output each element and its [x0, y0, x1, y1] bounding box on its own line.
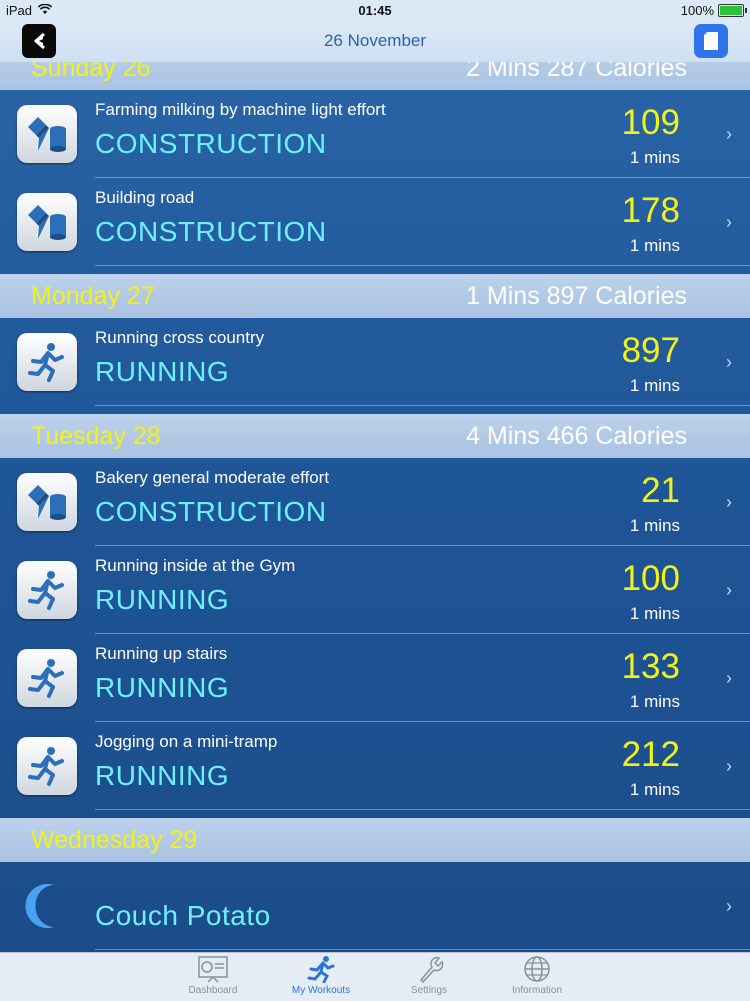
workout-category: CONSTRUCTION: [95, 216, 327, 247]
document-icon: [704, 32, 718, 50]
section-header: Wednesday 29: [0, 818, 750, 862]
workout-name: Farming milking by machine light effort: [95, 100, 386, 119]
section-summary: 1 Mins 897 Calories: [466, 282, 687, 310]
chevron-right-icon: ›: [726, 492, 732, 512]
tab-label-settings: Settings: [410, 985, 448, 996]
tab-label-my-workouts: My Workouts: [291, 985, 351, 996]
chevron-right-icon: ›: [726, 212, 732, 232]
nav-title: 26 November: [323, 31, 427, 50]
section-header: Tuesday 28 4 Mins 466 Calories: [0, 414, 750, 458]
workout-category: CONSTRUCTION: [95, 496, 327, 527]
status-bar: iPad 01:45 100%: [0, 0, 750, 22]
moon-icon: [17, 877, 77, 935]
workout-duration: 1 mins: [629, 516, 680, 535]
workout-duration: 1 mins: [629, 148, 680, 167]
tab-label-dashboard: Dashboard: [188, 985, 238, 996]
workout-name: Running up stairs: [95, 644, 228, 663]
chevron-right-icon: ›: [726, 668, 732, 688]
status-time: 01:45: [358, 3, 392, 18]
section-header: Monday 27 1 Mins 897 Calories: [0, 274, 750, 318]
chevron-right-icon: ›: [726, 124, 732, 144]
row-separator: [95, 265, 750, 266]
tab-my-workouts[interactable]: My Workouts: [276, 955, 366, 996]
tab-label-information: Information: [511, 985, 563, 996]
workout-name: Running cross country: [95, 328, 265, 347]
workout-duration: 1 mins: [629, 376, 680, 395]
chevron-right-icon: ›: [726, 756, 732, 776]
workout-name: Bakery general moderate effort: [95, 468, 330, 487]
running-icon: [17, 649, 77, 707]
battery-icon: [718, 4, 747, 17]
running-icon: [17, 561, 77, 619]
running-icon: [17, 333, 77, 391]
construction-icon: [17, 105, 77, 163]
workout-duration: 1 mins: [629, 604, 680, 623]
section-day: Wednesday 29: [31, 826, 198, 854]
workout-row[interactable]: Farming milking by machine light effort …: [0, 90, 750, 178]
chevron-right-icon: ›: [726, 896, 732, 916]
battery-percent: 100%: [680, 3, 714, 18]
construction-icon: [17, 193, 77, 251]
workout-duration: 1 mins: [629, 236, 680, 255]
workout-name: Building road: [95, 188, 195, 207]
workout-row[interactable]: Running cross country RUNNING 897 1 mins…: [0, 318, 750, 406]
workout-row[interactable]: Running inside at the Gym RUNNING 100 1 …: [0, 546, 750, 634]
section-summary: 2 Mins 287 Calories: [466, 62, 687, 82]
workout-calories: 897: [621, 331, 680, 370]
workout-category: RUNNING: [95, 672, 230, 703]
workout-row[interactable]: Bakery general moderate effort CONSTRUCT…: [0, 458, 750, 546]
workout-category: RUNNING: [95, 584, 230, 615]
nav-bar: 26 November: [0, 22, 750, 62]
workout-row[interactable]: Couch Potato ›: [0, 862, 750, 950]
wrench-icon: [419, 956, 444, 983]
workout-category: CONSTRUCTION: [95, 128, 327, 159]
workout-row[interactable]: Jogging on a mini-tramp RUNNING 212 1 mi…: [0, 722, 750, 810]
row-separator: [95, 809, 750, 810]
document-button[interactable]: [694, 24, 728, 58]
running-icon: [17, 737, 77, 795]
row-separator: [95, 405, 750, 406]
workout-duration: 1 mins: [629, 780, 680, 799]
section-day: Tuesday 28: [31, 422, 161, 450]
workout-category: Couch Potato: [95, 900, 271, 931]
workout-calories: 100: [621, 559, 680, 598]
tab-dashboard[interactable]: Dashboard: [168, 955, 258, 996]
workout-name: Running inside at the Gym: [95, 556, 296, 575]
chevron-right-icon: ›: [726, 580, 732, 600]
workout-calories: 133: [621, 647, 680, 686]
section-summary: 4 Mins 466 Calories: [466, 422, 687, 450]
dashboard-icon: [198, 956, 228, 983]
chevron-right-icon: ›: [726, 352, 732, 372]
workout-calories: 21: [641, 471, 680, 510]
workout-category: RUNNING: [95, 760, 230, 791]
workout-calories: 109: [621, 103, 680, 142]
runner-tab-icon: [307, 956, 335, 983]
workout-calories: 178: [621, 191, 680, 230]
workout-category: RUNNING: [95, 356, 230, 387]
workout-calories: 212: [621, 735, 680, 774]
workout-row[interactable]: Running up stairs RUNNING 133 1 mins ›: [0, 634, 750, 722]
workout-row[interactable]: Building road CONSTRUCTION 178 1 mins ›: [0, 178, 750, 266]
globe-icon: [524, 956, 550, 982]
section-header: Sunday 26 2 Mins 287 Calories: [0, 62, 750, 90]
row-separator: [95, 949, 750, 950]
tab-settings[interactable]: Settings: [384, 955, 474, 996]
workout-name: Jogging on a mini-tramp: [95, 732, 278, 751]
section-day: Monday 27: [31, 282, 155, 310]
section-day: Sunday 26: [31, 62, 151, 82]
workout-list[interactable]: Sunday 26 2 Mins 287 Calories Farming mi…: [0, 62, 750, 952]
construction-icon: [17, 473, 77, 531]
workout-duration: 1 mins: [629, 692, 680, 711]
tab-bar: Dashboard My Workouts Settings Informati…: [0, 952, 750, 1001]
tab-information[interactable]: Information: [492, 955, 582, 996]
